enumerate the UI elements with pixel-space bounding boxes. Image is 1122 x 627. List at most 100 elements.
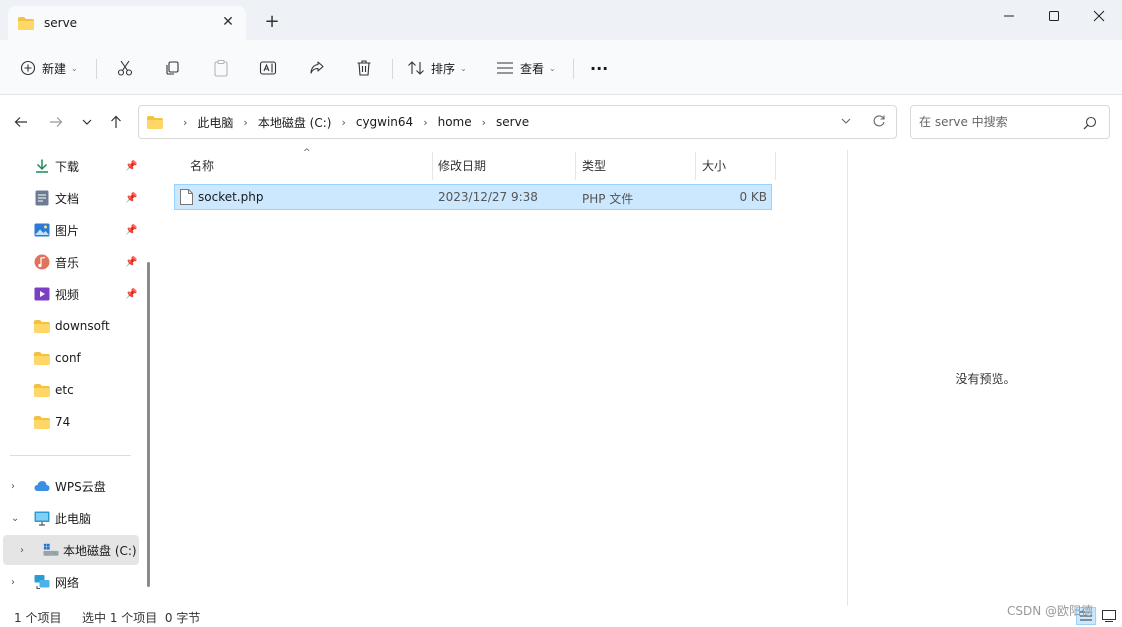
new-button[interactable]: 新建 ⌄ <box>20 54 78 82</box>
sidebar-item-this-pc[interactable]: ⌄ 此电脑 <box>0 503 145 533</box>
toolbar-divider <box>573 59 574 79</box>
navigation-pane: 下载 📌 文档 📌 图片 📌 音乐 📌 视频 📌 downsoft conf e… <box>0 150 157 606</box>
breadcrumb-this-pc[interactable]: 此电脑 <box>197 114 233 131</box>
paste-button[interactable] <box>213 54 229 82</box>
search-icon[interactable] <box>1083 116 1097 133</box>
search-input[interactable] <box>919 114 1079 130</box>
more-options-button[interactable]: ··· <box>590 54 608 82</box>
expand-icon[interactable]: › <box>11 577 15 588</box>
view-button[interactable]: 查看 ⌄ <box>496 54 556 82</box>
chevron-right-icon[interactable]: › <box>341 116 345 129</box>
new-label: 新建 <box>42 61 67 76</box>
search-box[interactable] <box>910 105 1110 139</box>
sort-label: 排序 <box>431 61 456 76</box>
chevron-right-icon[interactable]: › <box>423 116 427 129</box>
item-count: 1 个项目 <box>14 611 62 625</box>
copy-button[interactable] <box>164 54 180 82</box>
rename-button[interactable] <box>259 54 277 82</box>
breadcrumb-local-disk[interactable]: 本地磁盘 (C:) <box>258 114 332 131</box>
computer-icon <box>34 510 50 526</box>
preview-pane: 没有预览。 <box>847 150 1122 606</box>
sidebar-item-documents[interactable]: 文档 📌 <box>0 183 145 213</box>
up-button[interactable] <box>106 112 126 132</box>
new-tab-button[interactable]: + <box>262 12 282 32</box>
view-list-icon <box>497 62 513 74</box>
minimize-icon <box>1004 15 1014 17</box>
network-icon <box>34 574 50 590</box>
paste-icon <box>214 59 228 77</box>
collapse-icon[interactable]: ⌄ <box>11 513 19 524</box>
forward-button[interactable] <box>46 112 66 132</box>
sidebar-item-pictures[interactable]: 图片 📌 <box>0 215 145 245</box>
column-header-type[interactable]: 类型 <box>575 150 695 180</box>
chevron-right-icon[interactable]: › <box>243 116 247 129</box>
sidebar-item-label: 本地磁盘 (C:) <box>63 543 137 558</box>
sidebar-item-downloads[interactable]: 下载 📌 <box>0 151 145 181</box>
cut-button[interactable] <box>116 54 134 82</box>
sidebar-item-downsoft[interactable]: downsoft <box>0 311 145 341</box>
chevron-right-icon[interactable]: › <box>183 116 187 129</box>
document-icon <box>34 190 50 206</box>
file-list: ^ 名称 修改日期 类型 大小 socket.php 2023/12/27 9:… <box>157 148 847 606</box>
tab-serve[interactable]: serve ✕ <box>8 6 246 40</box>
refresh-button[interactable] <box>872 114 886 131</box>
sidebar-item-label: 图片 <box>55 223 80 238</box>
sidebar-item-label: 此电脑 <box>55 511 92 526</box>
close-window-button[interactable] <box>1076 0 1122 32</box>
breadcrumb-home[interactable]: home <box>438 115 472 129</box>
chevron-down-icon <box>82 119 92 125</box>
sidebar-item-wps-cloud[interactable]: › WPS云盘 <box>0 471 145 501</box>
preview-view-icon <box>1102 610 1116 622</box>
sidebar-item-etc[interactable]: etc <box>0 375 145 405</box>
folder-icon <box>34 414 50 430</box>
arrow-up-icon <box>111 115 121 128</box>
expand-icon[interactable]: › <box>20 545 24 556</box>
pin-icon[interactable]: 📌 <box>125 225 137 236</box>
trash-icon <box>357 60 371 76</box>
copy-icon <box>166 61 179 75</box>
column-divider[interactable] <box>775 152 776 180</box>
sidebar-item-74[interactable]: 74 <box>0 407 145 437</box>
breadcrumb-cygwin64[interactable]: cygwin64 <box>356 115 413 129</box>
minimize-button[interactable] <box>986 0 1032 32</box>
sidebar-item-label: 视频 <box>55 287 80 302</box>
column-header-size[interactable]: 大小 <box>695 150 775 180</box>
address-history-button[interactable] <box>840 115 852 130</box>
address-bar[interactable]: › 此电脑 › 本地磁盘 (C:) › cygwin64 › home › se… <box>138 105 897 139</box>
close-tab-icon[interactable]: ✕ <box>220 14 236 30</box>
pin-icon[interactable]: 📌 <box>125 193 137 204</box>
chevron-right-icon[interactable]: › <box>482 116 486 129</box>
pin-icon[interactable]: 📌 <box>125 161 137 172</box>
pin-icon[interactable]: 📌 <box>125 257 137 268</box>
table-row[interactable]: socket.php 2023/12/27 9:38 PHP 文件 0 KB <box>174 184 772 210</box>
add-circle-icon <box>20 60 36 76</box>
sidebar-item-label: 74 <box>55 415 71 429</box>
cloud-icon <box>34 478 50 494</box>
sidebar-item-videos[interactable]: 视频 📌 <box>0 279 145 309</box>
column-header-name[interactable]: 名称 <box>183 150 431 180</box>
sidebar-item-local-disk[interactable]: › 本地磁盘 (C:) <box>3 535 139 565</box>
share-button[interactable] <box>308 54 326 82</box>
selection-info: 选中 1 个项目 0 字节 <box>82 611 201 625</box>
sidebar-item-network[interactable]: › 网络 <box>0 567 145 597</box>
column-header-modified[interactable]: 修改日期 <box>431 150 575 180</box>
pin-icon[interactable]: 📌 <box>125 289 137 300</box>
sidebar-item-music[interactable]: 音乐 📌 <box>0 247 145 277</box>
recent-locations-button[interactable] <box>77 112 97 132</box>
sidebar-item-label: downsoft <box>55 319 110 333</box>
delete-button[interactable] <box>356 54 372 82</box>
expand-icon[interactable]: › <box>11 481 15 492</box>
watermark: CSDN @欧阳德 <box>1007 604 1094 618</box>
sidebar-item-conf[interactable]: conf <box>0 343 145 373</box>
maximize-button[interactable] <box>1031 0 1077 32</box>
sort-icon <box>408 61 424 75</box>
refresh-icon <box>873 115 885 127</box>
sort-button[interactable]: 排序 ⌄ <box>407 54 467 82</box>
breadcrumb-serve[interactable]: serve <box>496 115 529 129</box>
preview-view-button[interactable] <box>1099 607 1119 625</box>
back-button[interactable] <box>11 112 31 132</box>
file-size: 0 KB <box>739 190 767 204</box>
file-icon <box>180 189 193 205</box>
video-icon <box>34 286 50 302</box>
sidebar-scrollbar[interactable] <box>147 262 150 587</box>
